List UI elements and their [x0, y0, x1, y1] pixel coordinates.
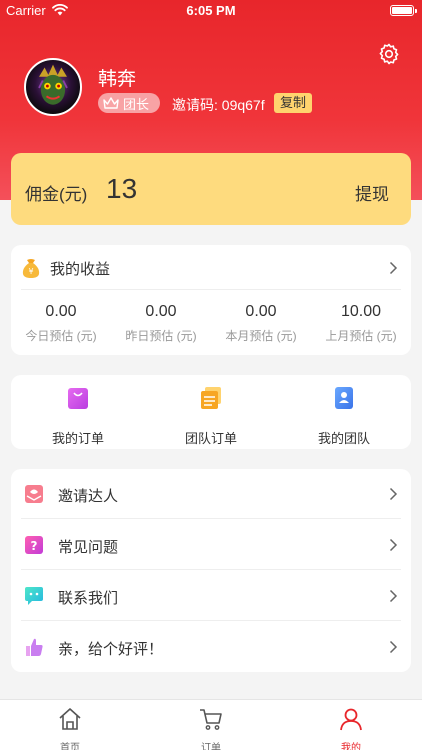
- earnings-header[interactable]: ¥ 我的收益: [11, 245, 411, 289]
- divider: [21, 569, 401, 570]
- divider: [21, 620, 401, 621]
- commission-card: 佣金(元) 13 提现: [11, 153, 411, 225]
- withdraw-button[interactable]: 提现: [355, 180, 389, 205]
- thumbs-up-icon: [26, 638, 43, 656]
- stat-value: 0.00: [45, 303, 77, 320]
- user-icon: [340, 708, 362, 731]
- stat-value: 0.00: [245, 303, 277, 320]
- my-orders-button[interactable]: 我的订单: [28, 385, 128, 447]
- contacts-book-icon: [335, 387, 353, 409]
- stat-label: 今日预估 (元): [25, 329, 97, 343]
- tab-mine[interactable]: 我的: [311, 706, 391, 750]
- avatar[interactable]: [24, 58, 82, 116]
- chevron-right-icon: [389, 261, 398, 275]
- commission-label: 佣金(元): [25, 185, 88, 204]
- team-orders-button[interactable]: 团队订单: [161, 385, 261, 447]
- invite-envelope-icon: [25, 485, 43, 503]
- cart-icon: [200, 709, 222, 730]
- chevron-right-icon: [389, 487, 398, 501]
- menu-label: 邀请达人: [58, 488, 119, 505]
- svg-text:?: ?: [31, 539, 38, 553]
- menu-item-invite[interactable]: 邀请达人: [11, 469, 411, 519]
- menu-card: 邀请达人 ? 常见问题 联系我们 亲，给个好评！: [11, 469, 411, 672]
- divider: [21, 289, 401, 290]
- divider: [21, 518, 401, 519]
- menu-item-contact[interactable]: 联系我们: [11, 571, 411, 621]
- role-badge: 团长: [98, 93, 160, 113]
- stat-label: 上月预估 (元): [325, 329, 397, 343]
- stat-label: 昨日预估 (元): [125, 329, 197, 343]
- tab-home[interactable]: 首页: [30, 706, 110, 750]
- tab-orders[interactable]: 订单: [171, 706, 251, 750]
- chevron-right-icon: [389, 640, 398, 654]
- order-label: 我的订单: [51, 431, 104, 446]
- menu-item-faq[interactable]: ? 常见问题: [11, 520, 411, 570]
- stat-this-month: 0.00 本月预估 (元): [211, 303, 311, 344]
- menu-label: 常见问题: [58, 539, 119, 556]
- home-icon: [59, 708, 81, 730]
- stat-yesterday: 0.00 昨日预估 (元): [111, 303, 211, 344]
- menu-label: 联系我们: [58, 590, 119, 607]
- copy-button[interactable]: 复制: [274, 93, 313, 113]
- commission-value: 13: [106, 173, 138, 204]
- invite-code: 邀请码: 09q67f: [172, 97, 265, 113]
- stat-last-month: 10.00 上月预估 (元): [311, 303, 411, 344]
- status-bar: Carrier 6:05 PM: [0, 0, 422, 22]
- gear-icon[interactable]: [377, 42, 401, 66]
- menu-item-rate[interactable]: 亲，给个好评！: [11, 622, 411, 672]
- user-name: 韩奔: [98, 69, 137, 90]
- stacked-cards-icon: [201, 387, 221, 409]
- order-label: 团队订单: [184, 431, 237, 446]
- tab-label: 订单: [201, 743, 221, 750]
- money-bag-icon: ¥: [22, 259, 40, 278]
- tab-label: 我的: [341, 743, 361, 750]
- my-team-button[interactable]: 我的团队: [294, 385, 394, 447]
- chevron-right-icon: [389, 538, 398, 552]
- battery-icon: [390, 5, 417, 16]
- earnings-title: 我的收益: [50, 261, 111, 278]
- contact-chat-icon: [25, 587, 43, 605]
- stat-value: 10.00: [340, 303, 382, 320]
- svg-text:¥: ¥: [28, 267, 33, 276]
- menu-label: 亲，给个好评！: [58, 641, 164, 658]
- tab-label: 首页: [60, 743, 80, 750]
- stat-value: 0.00: [145, 303, 177, 320]
- stat-label: 本月预估 (元): [225, 329, 297, 343]
- question-icon: ?: [25, 536, 43, 554]
- crown-icon: [103, 97, 119, 109]
- earnings-card: ¥ 我的收益 0.00 今日预估 (元) 0.00 昨日预估 (元) 0.00 …: [11, 245, 411, 355]
- order-label: 我的团队: [317, 431, 370, 446]
- stat-today: 0.00 今日预估 (元): [11, 303, 111, 344]
- orders-card: 我的订单 团队订单 我的团队: [11, 375, 411, 449]
- tab-bar: 首页 订单 我的: [0, 699, 422, 750]
- status-time: 6:05 PM: [186, 3, 236, 18]
- shopping-bag-icon: [68, 388, 88, 409]
- role-label: 团长: [123, 96, 150, 112]
- chevron-right-icon: [389, 589, 398, 603]
